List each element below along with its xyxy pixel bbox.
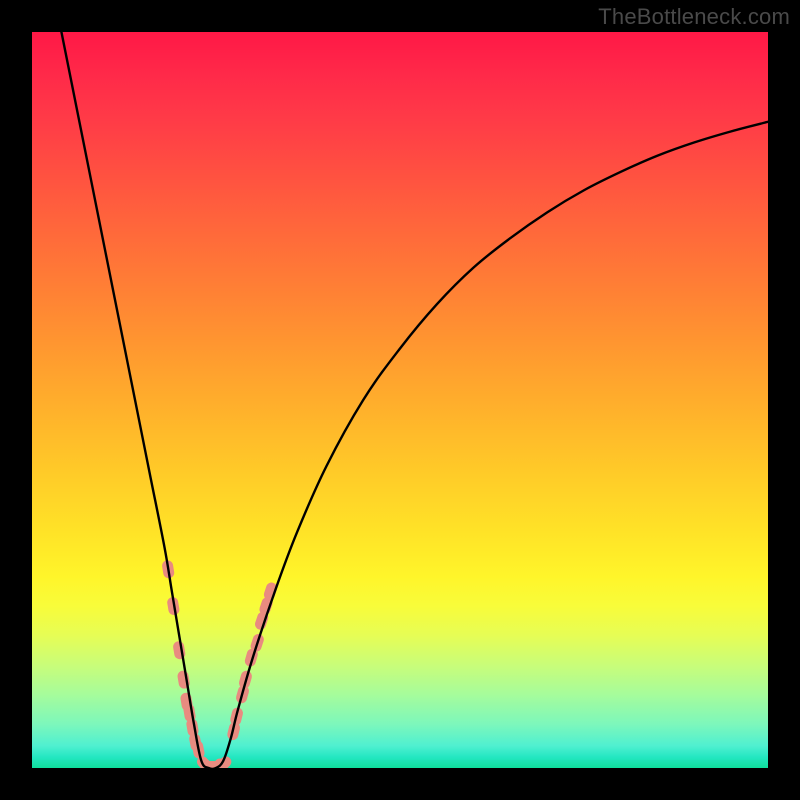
- chart-svg: [32, 32, 768, 768]
- watermark-text: TheBottleneck.com: [598, 4, 790, 30]
- chart-frame: TheBottleneck.com: [0, 0, 800, 800]
- bottleneck-curve: [61, 32, 768, 768]
- plot-area: [32, 32, 768, 768]
- highlight-marker: [172, 640, 186, 660]
- markers-group: [161, 559, 278, 768]
